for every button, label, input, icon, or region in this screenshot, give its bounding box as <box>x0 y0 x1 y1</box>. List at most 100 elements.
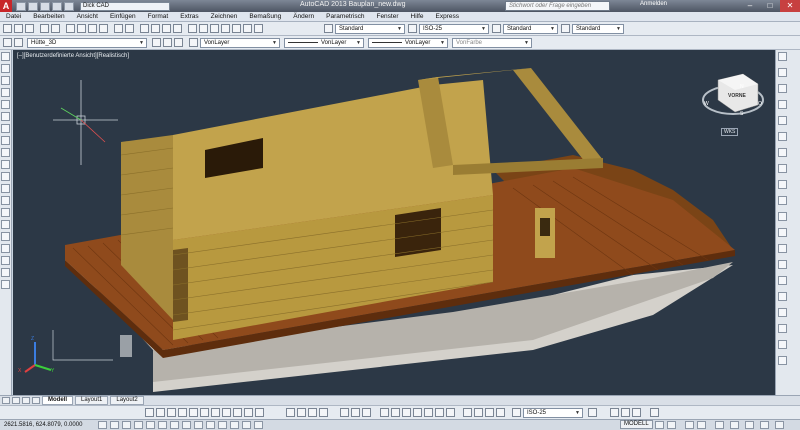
polar-tracking-icon[interactable] <box>146 421 155 429</box>
login-button[interactable]: Anmelden <box>640 1 667 7</box>
layer-match-icon[interactable] <box>174 38 183 47</box>
center-mark-icon[interactable] <box>297 408 306 417</box>
copy-object-icon[interactable] <box>778 68 787 77</box>
erase-icon[interactable] <box>778 52 787 61</box>
autocad-logo-icon[interactable]: A <box>0 0 12 12</box>
add-selected-icon[interactable] <box>1 280 10 289</box>
insert-block-icon[interactable] <box>1 184 10 193</box>
layer-select[interactable]: Hütte_3D ▼ <box>27 38 147 48</box>
print-icon[interactable] <box>40 24 49 33</box>
layer-previous-icon[interactable] <box>163 38 172 47</box>
dynamic-input-icon[interactable] <box>206 421 215 429</box>
help-search-input[interactable]: Stichwort oder Frage eingeben <box>505 1 610 11</box>
compass-west-label[interactable]: W <box>704 101 709 107</box>
zoom-extents-icon[interactable] <box>778 324 787 333</box>
wcs-menu[interactable]: WKS <box>721 128 739 136</box>
extend-icon[interactable] <box>778 212 787 221</box>
transparency-icon[interactable] <box>230 421 239 429</box>
viewport-label[interactable]: [–][Benutzerdefinierte Ansicht][Realisti… <box>17 53 129 59</box>
jogged-linear-icon[interactable] <box>319 408 328 417</box>
layer-state-icon[interactable] <box>14 38 23 47</box>
baseline-dim-icon[interactable] <box>244 408 253 417</box>
dim-style-tool-icon[interactable] <box>512 408 521 417</box>
explode-icon[interactable] <box>778 292 787 301</box>
dim-manager-icon[interactable] <box>588 408 597 417</box>
angular-dim-icon[interactable] <box>222 408 231 417</box>
dim-edit-icon[interactable] <box>340 408 349 417</box>
jogged-dim-icon[interactable] <box>200 408 209 417</box>
linear-dim-icon[interactable] <box>145 408 154 417</box>
model-space-toggle[interactable]: MODELL <box>620 420 653 429</box>
undo-tool-icon[interactable] <box>114 24 123 33</box>
quick-dim-icon[interactable] <box>233 408 242 417</box>
tab-layout2[interactable]: Layout2 <box>110 396 144 405</box>
table-icon[interactable] <box>1 256 10 265</box>
match-properties-icon[interactable] <box>99 24 108 33</box>
grid-display-icon[interactable] <box>122 421 131 429</box>
snap-mode-icon[interactable] <box>110 421 119 429</box>
infer-constraints-icon[interactable] <box>98 421 107 429</box>
trim-icon[interactable] <box>778 196 787 205</box>
annotation-scale-icon[interactable] <box>685 421 694 429</box>
ellipse-icon[interactable] <box>1 160 10 169</box>
design-center-icon[interactable] <box>199 24 208 33</box>
zoom-previous-icon[interactable] <box>173 24 182 33</box>
move-icon[interactable] <box>778 132 787 141</box>
circle-icon[interactable] <box>1 124 10 133</box>
quickcalc-icon[interactable] <box>243 24 252 33</box>
compass-north-label[interactable]: N <box>740 84 744 90</box>
lights-icon[interactable] <box>485 408 494 417</box>
workspace-select[interactable]: Dick CAD <box>80 1 170 11</box>
region-icon[interactable] <box>1 244 10 253</box>
3d-object-snap-icon[interactable] <box>170 421 179 429</box>
menu-datei[interactable]: Datei <box>0 13 27 20</box>
redo-icon[interactable] <box>64 1 74 11</box>
rectangle-icon[interactable] <box>1 100 10 109</box>
menu-hilfe[interactable]: Hilfe <box>405 13 430 20</box>
undo-icon[interactable] <box>52 1 62 11</box>
open-file-icon[interactable] <box>14 24 23 33</box>
menu-ansicht[interactable]: Ansicht <box>71 13 104 20</box>
redo-tool-icon[interactable] <box>125 24 134 33</box>
compass-east-label[interactable]: O <box>758 101 762 107</box>
dim-text-edit-icon[interactable] <box>351 408 360 417</box>
rotate-icon[interactable] <box>778 148 787 157</box>
ortho-mode-icon[interactable] <box>134 421 143 429</box>
help-icon[interactable] <box>254 24 263 33</box>
quick-view-layouts-icon[interactable] <box>655 421 664 429</box>
menu-extras[interactable]: Extras <box>174 13 204 20</box>
construction-line-icon[interactable] <box>1 64 10 73</box>
break-icon[interactable] <box>778 228 787 237</box>
tab-layout1[interactable]: Layout1 <box>75 396 109 405</box>
lineweight-select[interactable]: VonLayer ▼ <box>368 38 448 48</box>
orbit-icon[interactable] <box>778 308 787 317</box>
inspect-icon[interactable] <box>308 408 317 417</box>
menu-einfuegen[interactable]: Einfügen <box>104 13 142 20</box>
menu-express[interactable]: Express <box>430 13 465 20</box>
dim-style-icon[interactable] <box>408 24 417 33</box>
layer-manager-icon[interactable] <box>3 38 12 47</box>
intersect-icon[interactable] <box>446 408 455 417</box>
ordinate-dim-icon[interactable] <box>178 408 187 417</box>
offset-icon[interactable] <box>778 100 787 109</box>
arc-icon[interactable] <box>1 112 10 121</box>
view-top-icon[interactable] <box>621 408 630 417</box>
tolerance-icon[interactable] <box>286 408 295 417</box>
pan-tool-icon[interactable] <box>778 340 787 349</box>
view-iso-icon[interactable] <box>632 408 641 417</box>
clean-screen-icon[interactable] <box>775 421 784 429</box>
menu-bemassung[interactable]: Bemaßung <box>243 13 287 20</box>
lineweight-toggle-icon[interactable] <box>218 421 227 429</box>
viewcube-face-label[interactable]: VORNE <box>728 93 746 99</box>
showmotion-icon[interactable] <box>778 356 787 365</box>
dim-style-bottom-select[interactable]: ISO-25 ▼ <box>523 408 583 418</box>
arc-length-icon[interactable] <box>167 408 176 417</box>
multiline-text-icon[interactable] <box>1 268 10 277</box>
pan-icon[interactable] <box>140 24 149 33</box>
continue-dim-icon[interactable] <box>255 408 264 417</box>
radius-dim-icon[interactable] <box>189 408 198 417</box>
quick-properties-icon[interactable] <box>242 421 251 429</box>
menu-bearbeiten[interactable]: Bearbeiten <box>27 13 70 20</box>
point-icon[interactable] <box>1 208 10 217</box>
first-tab-icon[interactable] <box>2 397 10 404</box>
